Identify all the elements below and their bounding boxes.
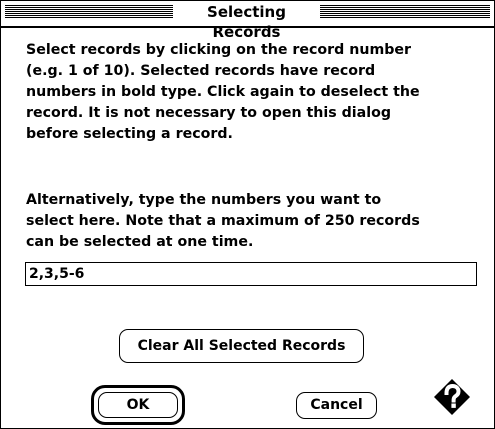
clear-all-selected-records-button[interactable]: Clear All Selected Records <box>119 329 364 363</box>
window-title: Selecting Records <box>173 2 320 41</box>
title-bar[interactable]: Selecting Records <box>1 1 494 41</box>
record-numbers-input[interactable]: 2,3,5-6 <box>25 262 477 286</box>
cancel-button[interactable]: Cancel <box>296 392 377 419</box>
selecting-records-dialog: Selecting Records Select records by clic… <box>0 0 495 429</box>
alternative-instructions-text: Alternatively, type the numbers you want… <box>26 192 420 250</box>
help-icon[interactable] <box>433 378 471 416</box>
title-bar-stripes-left <box>5 5 173 18</box>
instructions-text: Select records by clicking on the record… <box>26 42 420 142</box>
ok-button[interactable]: OK <box>98 392 178 418</box>
title-bar-stripes-right <box>320 5 490 18</box>
